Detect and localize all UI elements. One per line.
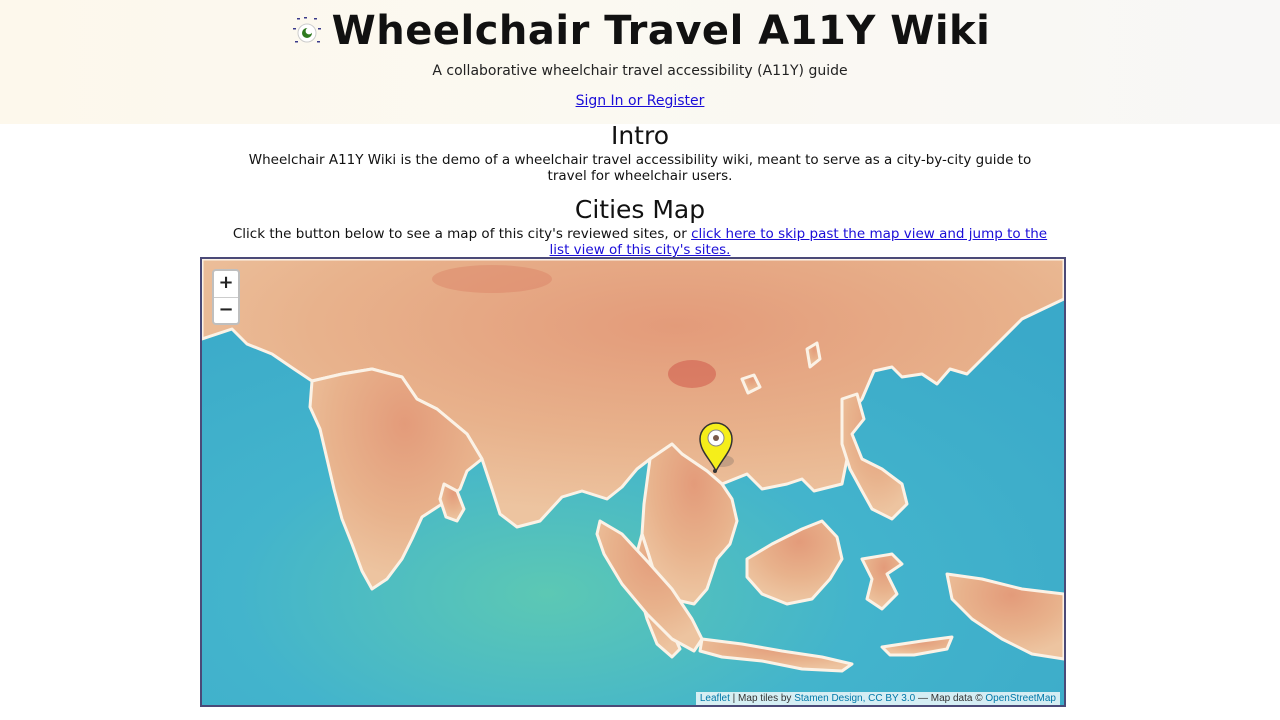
map-attribution: Leaflet | Map tiles by Stamen Design, CC… bbox=[695, 692, 1060, 705]
zoom-in-button[interactable]: + bbox=[214, 271, 238, 297]
site-title: Wheelchair Travel A11Y Wiki bbox=[331, 8, 991, 54]
osm-link[interactable]: OpenStreetMap bbox=[985, 693, 1056, 704]
stamen-link[interactable]: Stamen Design, CC BY 3.0 bbox=[794, 693, 915, 704]
title-row: Wheelchair Travel A11Y Wiki bbox=[0, 8, 1280, 54]
cities-map[interactable]: + − Leaflet | Map tiles by Stamen Design… bbox=[200, 257, 1066, 707]
cities-map-heading: Cities Map bbox=[574, 195, 706, 224]
cities-map-text: Click the button below to see a map of t… bbox=[230, 226, 1050, 258]
intro-heading: Intro bbox=[610, 121, 670, 150]
attribution-data-prefix: — Map data © bbox=[915, 693, 986, 704]
zoom-out-button[interactable]: − bbox=[214, 297, 238, 323]
map-tiles[interactable] bbox=[202, 259, 1064, 705]
map-marker-pin-icon[interactable] bbox=[696, 421, 736, 475]
leaflet-link[interactable]: Leaflet bbox=[700, 693, 730, 704]
cities-map-text-before-link: Click the button below to see a map of t… bbox=[232, 226, 692, 242]
site-header: Wheelchair Travel A11Y Wiki A collaborat… bbox=[0, 0, 1280, 124]
signin-container: Sign In or Register bbox=[0, 93, 1280, 109]
sign-in-link[interactable]: Sign In or Register bbox=[576, 93, 705, 109]
zoom-control: + − bbox=[212, 269, 240, 325]
wheelchair-logo-icon bbox=[292, 17, 321, 43]
attribution-tiles-prefix: | Map tiles by bbox=[729, 693, 795, 704]
site-tagline: A collaborative wheelchair travel access… bbox=[432, 63, 848, 79]
intro-text: Wheelchair A11Y Wiki is the demo of a wh… bbox=[248, 152, 1032, 184]
